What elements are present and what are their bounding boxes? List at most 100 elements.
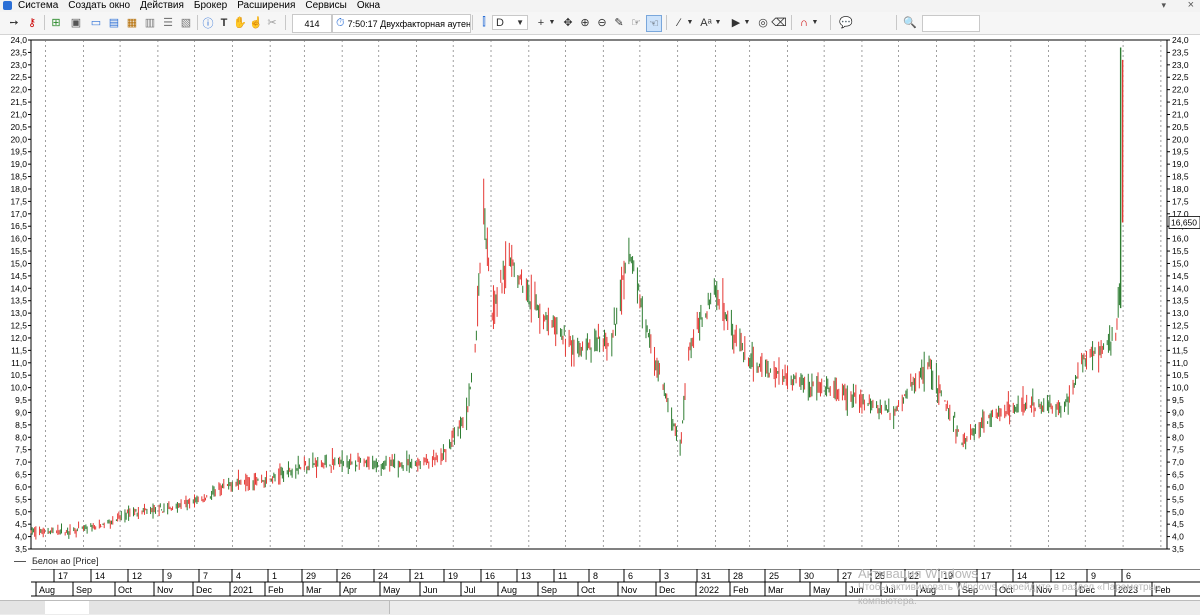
tab-5[interactable]	[213, 601, 270, 614]
crosshair-dropdown-icon[interactable]: ▼	[548, 15, 556, 30]
y-tick-label-right: 18,0	[1172, 184, 1189, 194]
series-legend[interactable]: Белон ао [Price]	[14, 556, 98, 566]
y-tick-label-left: 23,5	[10, 47, 27, 57]
candles-icon[interactable]: ⫿	[478, 15, 490, 30]
toolbar: ➙ ⚷ ⊞ ▣ ▭ ▤ ▦ ▥ ☰ ▧ ⓘ T ✋ ☝ ✂ 414 ⏱ 7:50…	[0, 12, 1200, 35]
marker-dropdown-icon[interactable]: ▼	[743, 15, 751, 30]
font-dropdown-icon[interactable]: ▼	[714, 15, 722, 30]
day-label: 25	[769, 571, 779, 581]
y-tick-label-right: 4,0	[1172, 532, 1184, 542]
price-chart[interactable]: 3,5 3,5 4,0 4,0 4,5 4,5 5,0 5,0 5,5 5,5 6,0 6,0 6,5 6…	[0, 35, 1200, 567]
y-tick-label-left: 8,0	[15, 432, 27, 442]
day-label: 24	[378, 571, 388, 581]
clock-status-box[interactable]: ⏱ 7:50:17 Двухфакторная аутен	[332, 14, 471, 33]
search-input[interactable]	[922, 15, 980, 32]
text-tool-icon[interactable]: T	[217, 15, 231, 30]
y-tick-label-left: 22,5	[10, 72, 27, 82]
day-label: 6	[628, 571, 633, 581]
y-tick-label-right: 12,5	[1172, 321, 1189, 331]
y-tick-label-right: 21,0	[1172, 109, 1189, 119]
menu-item-7[interactable]: Окна	[357, 0, 380, 12]
day-label: 7	[203, 571, 208, 581]
move-icon[interactable]: ✥	[561, 15, 575, 30]
month-label: Mar	[306, 585, 322, 595]
pointer-hand-icon[interactable]: ☜	[646, 15, 662, 32]
y-tick-label-right: 15,0	[1172, 258, 1189, 268]
close-icon[interactable]: ×	[1188, 0, 1194, 11]
magnet-icon[interactable]: ∩	[797, 15, 811, 30]
grid-icon[interactable]: ▥	[142, 15, 158, 30]
y-tick-label-right: 16,0	[1172, 234, 1189, 244]
time-axis-canvas[interactable]: 17 14 12 9 7 4 1 29 26 24 21 19 16 13 11 8 6 3 31 28 25 30 27 2…	[0, 568, 1200, 597]
time-axis[interactable]: 17 14 12 9 7 4 1 29 26 24 21 19 16 13 11 8 6 3 31 28 25 30 27 2…	[0, 568, 1200, 597]
day-label: 16	[485, 571, 495, 581]
search-icon[interactable]: 🔍	[902, 15, 918, 30]
pin-icon[interactable]: ▾	[1161, 0, 1166, 11]
y-tick-label-right: 13,0	[1172, 308, 1189, 318]
info-icon[interactable]: ⓘ	[201, 15, 215, 30]
tab-7[interactable]	[309, 601, 350, 614]
menu-item-2[interactable]: Создать окно	[68, 0, 130, 12]
copy-icon[interactable]: ▣	[68, 15, 84, 30]
draw-hand-icon[interactable]: ☝	[249, 15, 263, 30]
day-label: 9	[1091, 571, 1096, 581]
menu-item-5[interactable]: Расширения	[237, 0, 295, 12]
font-tool-icon[interactable]: Aᵃ	[698, 15, 714, 30]
y-tick-label-right: 4,5	[1172, 519, 1184, 529]
y-tick-label-left: 3,5	[15, 544, 27, 554]
hand-tool-icon[interactable]: ☞	[629, 15, 643, 30]
y-tick-label-left: 12,5	[10, 321, 27, 331]
day-label: 3	[664, 571, 669, 581]
y-tick-label-left: 6,5	[15, 470, 27, 480]
tab-2-active[interactable]	[45, 601, 90, 614]
period-select[interactable]: D ▼	[492, 15, 528, 30]
y-tick-label-right: 23,5	[1172, 47, 1189, 57]
menu-item-6[interactable]: Сервисы	[305, 0, 346, 12]
chart-canvas[interactable]: 3,5 3,5 4,0 4,0 4,5 4,5 5,0 5,0 5,5 5,5 6,0 6,0 6,5 6…	[0, 35, 1200, 567]
y-tick-label-right: 10,5	[1172, 370, 1189, 380]
hand-icon[interactable]: ✋	[233, 15, 247, 30]
delete-tool-icon[interactable]: ⌫	[771, 15, 787, 30]
table-icon[interactable]: ▦	[124, 15, 140, 30]
tab-8[interactable]	[349, 601, 390, 614]
key-icon[interactable]: ⚷	[24, 15, 40, 30]
visibility-icon[interactable]: ◎	[756, 15, 770, 30]
marker-icon[interactable]: ▶	[729, 15, 743, 30]
pencil-icon[interactable]: ✎	[612, 15, 626, 30]
y-tick-label-right: 7,5	[1172, 445, 1184, 455]
line-dropdown-icon[interactable]: ▼	[686, 15, 694, 30]
list-icon[interactable]: ☰	[160, 15, 176, 30]
app-icon[interactable]	[3, 1, 12, 10]
menu-item-3[interactable]: Действия	[140, 0, 184, 12]
y-tick-label-left: 16,0	[10, 234, 27, 244]
layout-icon[interactable]: ▧	[178, 15, 194, 30]
y-tick-label-right: 8,5	[1172, 420, 1184, 430]
month-label: Feb	[268, 585, 284, 595]
line-tool-icon[interactable]: ∕	[672, 15, 686, 30]
tab-1[interactable]	[0, 601, 46, 614]
day-label: 31	[701, 571, 711, 581]
y-tick-label-left: 4,0	[15, 532, 27, 542]
cut-icon[interactable]: ✂	[265, 15, 279, 30]
y-tick-label-left: 13,5	[10, 296, 27, 306]
tab-4[interactable]	[157, 601, 214, 614]
menu-item-4[interactable]: Брокер	[194, 0, 227, 12]
zoom-out-icon[interactable]: ⊖	[595, 15, 609, 30]
arrow-right-icon[interactable]: ➙	[6, 15, 22, 30]
message-icon[interactable]: 💬	[838, 15, 854, 30]
tab-3[interactable]	[89, 601, 158, 614]
menu-item-1[interactable]: Система	[18, 0, 58, 12]
chart-window-icon[interactable]: ▤	[106, 15, 122, 30]
day-label: 6	[1126, 571, 1131, 581]
crosshair-icon[interactable]: +	[534, 15, 548, 30]
y-tick-label-left: 11,5	[11, 345, 27, 355]
clock-icon: ⏱	[336, 17, 345, 29]
y-tick-label-left: 22,0	[10, 85, 27, 95]
y-tick-label-left: 14,5	[10, 271, 27, 281]
tab-6[interactable]	[269, 601, 310, 614]
magnet-dropdown-icon[interactable]: ▼	[811, 15, 819, 30]
legend-label: Белон ао [Price]	[32, 556, 99, 566]
zoom-in-icon[interactable]: ⊕	[578, 15, 592, 30]
add-window-icon[interactable]: ⊞	[48, 15, 64, 30]
window-icon[interactable]: ▭	[88, 15, 104, 30]
